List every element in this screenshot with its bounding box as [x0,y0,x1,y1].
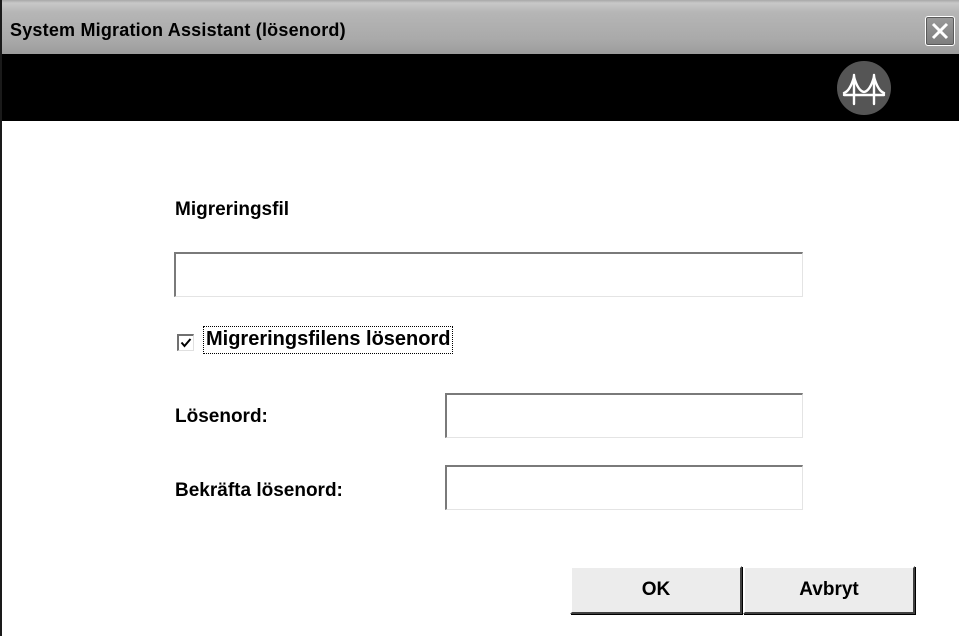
title-bar[interactable]: System Migration Assistant (lösenord) [2,0,959,54]
migration-file-label: Migreringsfil [175,199,290,220]
ok-button[interactable]: OK [570,566,742,614]
confirm-password-label: Bekräfta lösenord: [175,480,343,501]
confirm-password-input[interactable] [445,465,803,510]
password-input[interactable] [445,393,803,438]
header-banner [2,54,959,121]
bridge-logo-icon [836,60,892,116]
password-checkbox[interactable] [177,334,194,351]
password-checkbox-label[interactable]: Migreringsfilens lösenord [202,326,454,354]
window-title: System Migration Assistant (lösenord) [10,20,346,40]
password-label: Lösenord: [175,406,268,427]
migration-file-input[interactable] [174,252,803,297]
migration-password-dialog: System Migration Assistant (lösenord) Mi… [0,0,959,636]
cancel-button[interactable]: Avbryt [743,566,915,614]
close-button[interactable] [925,16,955,46]
